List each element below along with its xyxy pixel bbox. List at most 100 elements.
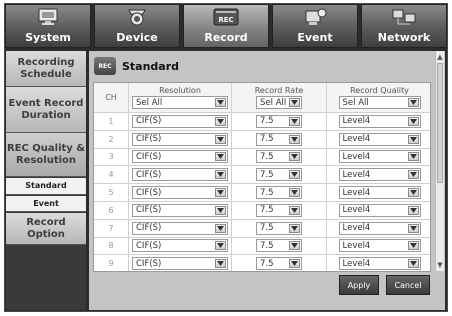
chevron-down-icon[interactable]: [215, 170, 226, 180]
ch-number: 4: [94, 166, 129, 184]
menu-recording-schedule[interactable]: Recording Schedule: [6, 51, 86, 87]
chevron-down-icon[interactable]: [289, 170, 300, 180]
scroll-up-icon[interactable]: ▲: [436, 53, 444, 61]
resolution-select[interactable]: CIF(S): [132, 150, 228, 164]
chevron-down-icon[interactable]: [289, 241, 300, 251]
chevron-down-icon[interactable]: [407, 152, 419, 162]
resolution-select-all[interactable]: Sel All: [132, 96, 228, 109]
record-rate-select[interactable]: 7.5: [256, 168, 302, 182]
menu-rec-quality-resolution[interactable]: REC Quality & Resolution: [6, 133, 86, 177]
menu-standard[interactable]: Standard: [6, 178, 86, 195]
record-rate-select[interactable]: 7.5: [256, 203, 302, 217]
record-quality-select[interactable]: Level4: [338, 168, 421, 182]
chevron-down-icon[interactable]: [215, 241, 226, 251]
record-quality-select[interactable]: Level4: [338, 203, 421, 217]
tab-label: System: [25, 31, 71, 44]
menu-event-record-duration[interactable]: Event Record Duration: [6, 87, 86, 133]
vertical-scrollbar[interactable]: ▲ ▼: [435, 51, 444, 271]
resolution-cell: CIF(S): [129, 130, 232, 148]
record-quality-select-all[interactable]: Sel All: [338, 96, 421, 109]
record-quality-select[interactable]: Level4: [338, 221, 421, 235]
record-quality-select[interactable]: Level4: [338, 239, 421, 253]
menu-record-option[interactable]: Record Option: [6, 213, 86, 245]
chevron-down-icon[interactable]: [215, 259, 226, 269]
chevron-down-icon[interactable]: [407, 223, 419, 233]
resolution-select[interactable]: CIF(S): [132, 168, 228, 182]
record-rate-select[interactable]: 7.5: [256, 132, 302, 146]
tab-network[interactable]: Network: [361, 4, 447, 48]
quality-cell: Level4: [327, 113, 430, 130]
chevron-down-icon[interactable]: [215, 152, 226, 162]
scrollbar-thumb[interactable]: [437, 63, 443, 183]
resolution-select[interactable]: CIF(S): [132, 221, 228, 235]
resolution-cell: CIF(S): [129, 113, 232, 130]
rate-cell: 7.5: [232, 237, 327, 255]
resolution-cell: CIF(S): [129, 237, 232, 255]
select-value: Level4: [342, 134, 371, 145]
chevron-down-icon[interactable]: [407, 116, 419, 126]
resolution-select[interactable]: CIF(S): [132, 257, 228, 271]
apply-button[interactable]: Apply: [339, 275, 379, 295]
chevron-down-icon[interactable]: [215, 223, 226, 233]
scroll-down-icon[interactable]: ▼: [436, 261, 444, 269]
resolution-select[interactable]: CIF(S): [132, 203, 228, 217]
col-header-resolution: Resolution: [159, 86, 201, 95]
chevron-down-icon[interactable]: [407, 259, 419, 269]
resolution-select[interactable]: CIF(S): [132, 239, 228, 253]
record-rate-select-all[interactable]: Sel All: [256, 96, 302, 109]
tab-label: Record: [204, 31, 248, 44]
tab-device[interactable]: Device: [94, 4, 180, 48]
chevron-down-icon[interactable]: [215, 116, 226, 126]
tab-system[interactable]: System: [5, 4, 91, 48]
record-rate-select[interactable]: 7.5: [256, 257, 302, 271]
resolution-select[interactable]: CIF(S): [132, 114, 228, 128]
record-rate-select[interactable]: 7.5: [256, 186, 302, 200]
tab-event[interactable]: Event: [272, 4, 358, 48]
rate-cell: 7.5: [232, 184, 327, 201]
quality-cell: Level4: [327, 131, 430, 148]
chevron-down-icon[interactable]: [407, 205, 419, 215]
chevron-down-icon[interactable]: [289, 223, 300, 233]
rec-icon-text: REC: [98, 62, 112, 70]
chevron-down-icon[interactable]: [289, 116, 300, 126]
record-quality-select[interactable]: Level4: [338, 257, 421, 271]
select-value: Sel All: [136, 97, 163, 108]
record-quality-select[interactable]: Level4: [338, 186, 421, 200]
menu-label: Standard: [25, 181, 67, 190]
resolution-select[interactable]: CIF(S): [132, 186, 228, 200]
chevron-down-icon[interactable]: [289, 259, 300, 269]
menu-event[interactable]: Event: [6, 196, 86, 212]
left-menu: Recording Schedule Event Record Duration…: [6, 51, 86, 310]
chevron-down-icon[interactable]: [407, 170, 419, 180]
chevron-down-icon[interactable]: [289, 205, 300, 215]
cancel-button[interactable]: Cancel: [386, 275, 430, 295]
chevron-down-icon[interactable]: [215, 188, 226, 198]
tab-record[interactable]: REC Record: [183, 4, 269, 48]
record-rate-select[interactable]: 7.5: [256, 150, 302, 164]
chevron-down-icon[interactable]: [407, 98, 419, 107]
chevron-down-icon[interactable]: [289, 188, 300, 198]
select-value: 7.5: [260, 134, 274, 145]
resolution-select[interactable]: CIF(S): [132, 132, 228, 146]
chevron-down-icon[interactable]: [407, 241, 419, 251]
chevron-down-icon[interactable]: [215, 205, 226, 215]
record-quality-select[interactable]: Level4: [338, 114, 421, 128]
chevron-down-icon[interactable]: [215, 98, 226, 107]
record-quality-select[interactable]: Level4: [338, 150, 421, 164]
rec-icon-text: REC: [218, 16, 233, 24]
record-rate-select[interactable]: 7.5: [256, 239, 302, 253]
record-quality-select[interactable]: Level4: [338, 132, 421, 146]
chevron-down-icon[interactable]: [289, 98, 300, 107]
record-rate-select[interactable]: 7.5: [256, 221, 302, 235]
record-rate-select[interactable]: 7.5: [256, 114, 302, 128]
chevron-down-icon[interactable]: [289, 152, 300, 162]
chevron-down-icon[interactable]: [407, 188, 419, 198]
col-header-rate-cell: Record Rate Sel All: [232, 83, 327, 112]
select-value: CIF(S): [136, 223, 162, 234]
chevron-down-icon[interactable]: [215, 134, 226, 144]
event-icon: [303, 8, 327, 29]
table-row: 4 CIF(S) 7.5 Level4: [94, 166, 430, 185]
table-row: 3 CIF(S) 7.5 Level4: [94, 148, 430, 167]
chevron-down-icon[interactable]: [289, 134, 300, 144]
chevron-down-icon[interactable]: [407, 134, 419, 144]
